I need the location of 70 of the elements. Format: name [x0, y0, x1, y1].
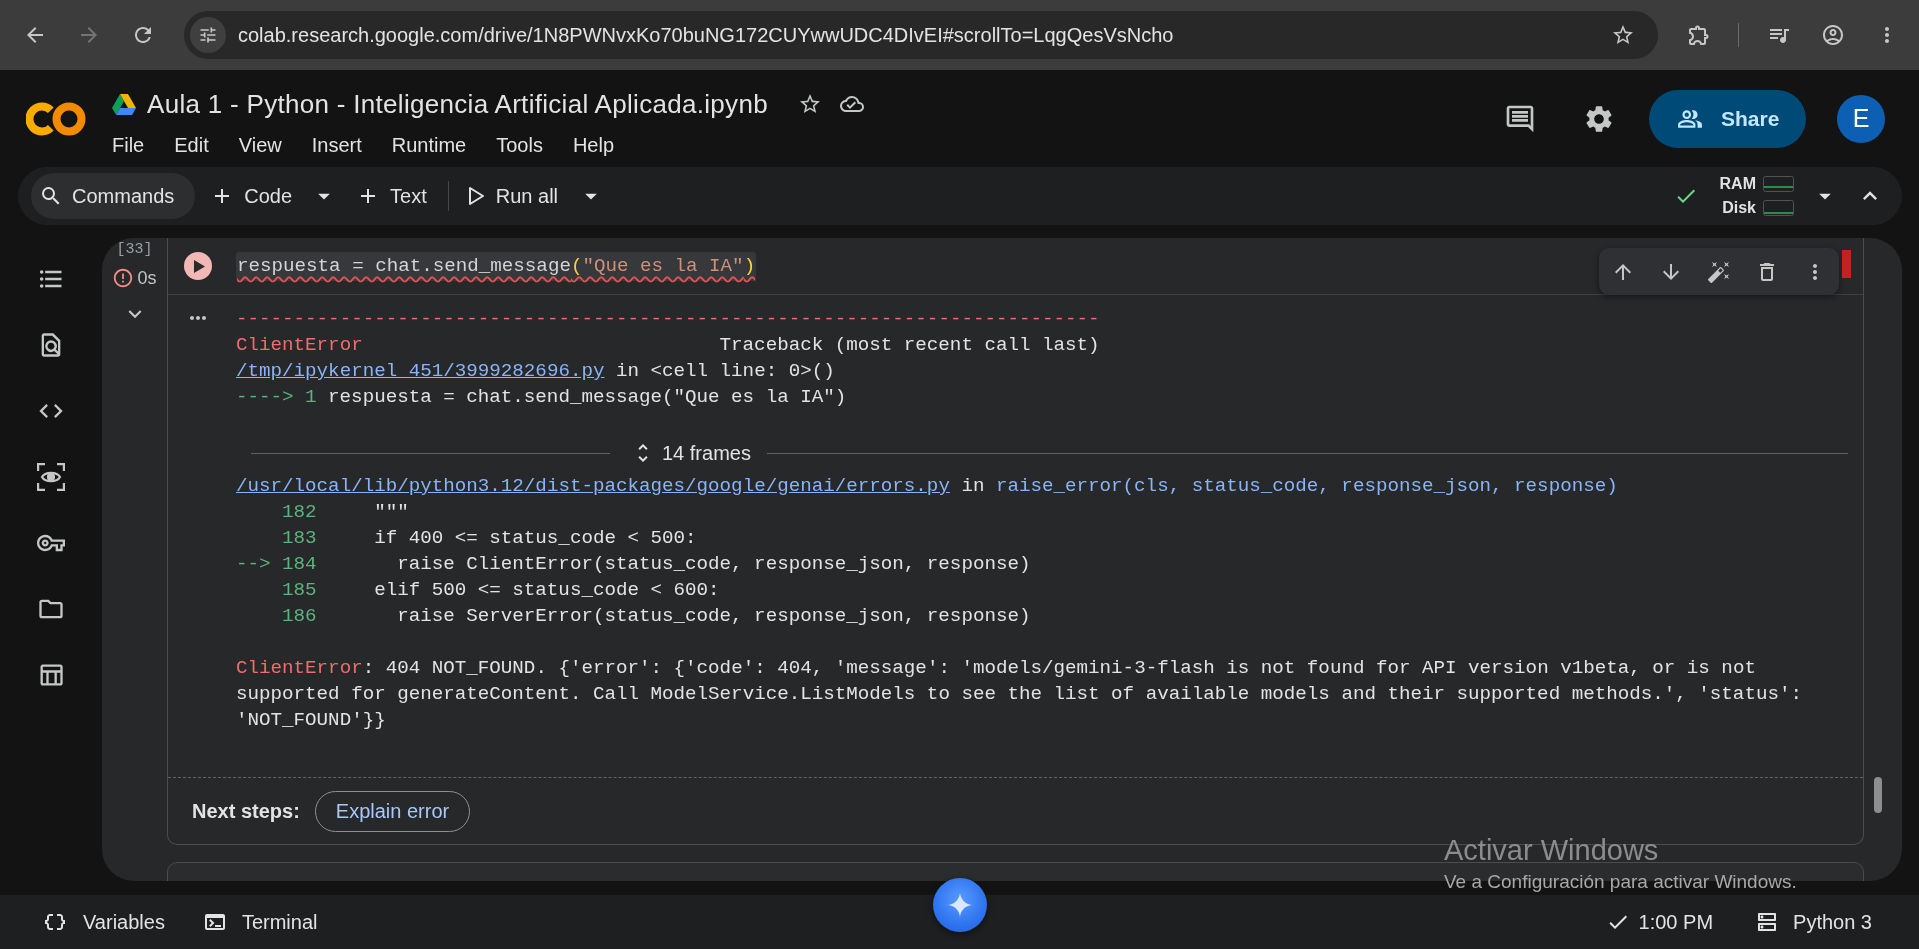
traceback-code-line: """: [374, 500, 409, 525]
notebook-title[interactable]: Aula 1 - Python - Inteligencia Artificial Aplicada.ipynb: [147, 88, 768, 120]
add-text-button[interactable]: Text: [356, 184, 427, 208]
run-all-button[interactable]: Run all: [468, 184, 559, 208]
traceback-file-link[interactable]: /tmp/ipykernel_451/3999282696.py: [236, 358, 605, 384]
traceback-code-line: raise ClientError(status_code, response_json, response): [397, 552, 1031, 577]
menu-item[interactable]: Help: [572, 130, 615, 160]
traceback-heading: Traceback (most recent call last): [719, 333, 1100, 358]
share-button[interactable]: Share: [1649, 89, 1806, 148]
menu-item[interactable]: Edit: [174, 130, 209, 160]
sparkle-icon: [947, 892, 973, 918]
profile-icon[interactable]: [1821, 23, 1845, 47]
menu-item[interactable]: File: [112, 130, 145, 160]
eye-icon[interactable]: [37, 463, 65, 491]
line-number: 1: [305, 385, 317, 410]
activation-title: Activar Windows: [1444, 833, 1659, 868]
line-number: 185: [282, 578, 317, 603]
line-number: 183: [282, 526, 317, 551]
usage-graph: [1763, 176, 1794, 192]
play-icon: [194, 259, 205, 273]
menu-item[interactable]: Insert: [311, 130, 362, 160]
menu-item[interactable]: Tools: [496, 130, 543, 160]
menu-item[interactable]: Runtime: [391, 130, 467, 160]
resource-label: RAM: [1719, 176, 1756, 192]
frame-function: <cell line: 0>(): [650, 359, 835, 384]
frame-function: raise_error(cls, status_code, response_json, response): [995, 474, 1618, 499]
frame-in-label: in: [961, 474, 985, 499]
traceback-separator: ---------------------------------------------------------------------------: [236, 307, 1100, 332]
traceback-file-link[interactable]: /usr/local/lib/python3.12/dist-packages/google/genai/errors.py: [236, 473, 950, 499]
traceback-code-line: respuesta = chat.send_message("Que es la IA"): [328, 385, 847, 410]
star-icon[interactable]: [1611, 23, 1635, 47]
variables-button[interactable]: Variables: [43, 910, 165, 934]
menu-item[interactable]: View: [238, 130, 282, 160]
resource-label: Disk: [1722, 200, 1756, 216]
run-duration: 0s: [137, 267, 157, 289]
avatar[interactable]: E: [1837, 94, 1885, 143]
sliders-icon[interactable]: [190, 17, 226, 53]
url-text: colab.research.google.com/drive/1N8PWNvxKo70buNG172CUYwwUDC4DIvEI#scrollTo=LqgQesVsNcho: [238, 23, 1174, 47]
activation-text: Ve a Configuración para activar Windows.: [1444, 870, 1797, 894]
wand-sparkle-icon[interactable]: [1707, 259, 1731, 284]
runtime-button[interactable]: Python 3: [1755, 910, 1872, 934]
puzzle-icon[interactable]: [1687, 23, 1711, 47]
execution-count: [33]: [116, 241, 153, 259]
code-input[interactable]: respuesta = chat.send_message("Que es la IA"): [236, 251, 757, 281]
line-number: 182: [282, 500, 317, 525]
execution-status-button[interactable]: 1:00 PM: [1605, 910, 1714, 934]
add-code-button[interactable]: Code: [210, 184, 293, 208]
address-bar[interactable]: colab.research.google.com/drive/1N8PWNvxKo70buNG172CUYwwUDC4DIvEI#scrollTo=LqgQesVsNcho: [184, 11, 1658, 59]
resources-button[interactable]: RAM Disk: [1719, 176, 1794, 216]
current-line-arrow: ---->: [236, 385, 294, 410]
star-icon[interactable]: [797, 92, 822, 116]
next-steps-label: Next steps:: [192, 799, 300, 823]
current-line-arrow: -->: [236, 552, 271, 577]
terminal-button[interactable]: Terminal: [202, 910, 318, 934]
traceback-code-line: raise ServerError(status_code, response_json, response): [397, 604, 1031, 629]
frame-in-label: in: [615, 359, 639, 384]
error-message: ClientError: 404 NOT_FOUND. {'error': {'code': 404, 'message': 'models/gemini-3-flash is not found for API version v1beta, or is not supported for generateContent. Call ModelService.ListModels to see the list of available models and their supported methods.', 'status': 'NOT_FOUND'}}: [236, 656, 1803, 733]
traceback-code-line: if 400 <= status_code < 500:: [374, 526, 697, 551]
line-number: 184: [282, 552, 317, 577]
frames-toggle[interactable]: 14 frames: [631, 441, 751, 465]
logo-icon[interactable]: [26, 100, 86, 137]
run-button[interactable]: [184, 252, 212, 280]
line-number: 186: [282, 604, 317, 629]
commands-button[interactable]: Commands: [31, 173, 196, 219]
usage-graph: [1763, 200, 1794, 216]
traceback-code-line: elif 500 <= status_code < 600:: [374, 578, 720, 603]
exception-name: ClientError: [236, 333, 363, 358]
triangle-logo-icon: [112, 93, 136, 115]
scrollbar-thumb[interactable]: [1874, 777, 1882, 813]
play-icon: [468, 187, 484, 205]
